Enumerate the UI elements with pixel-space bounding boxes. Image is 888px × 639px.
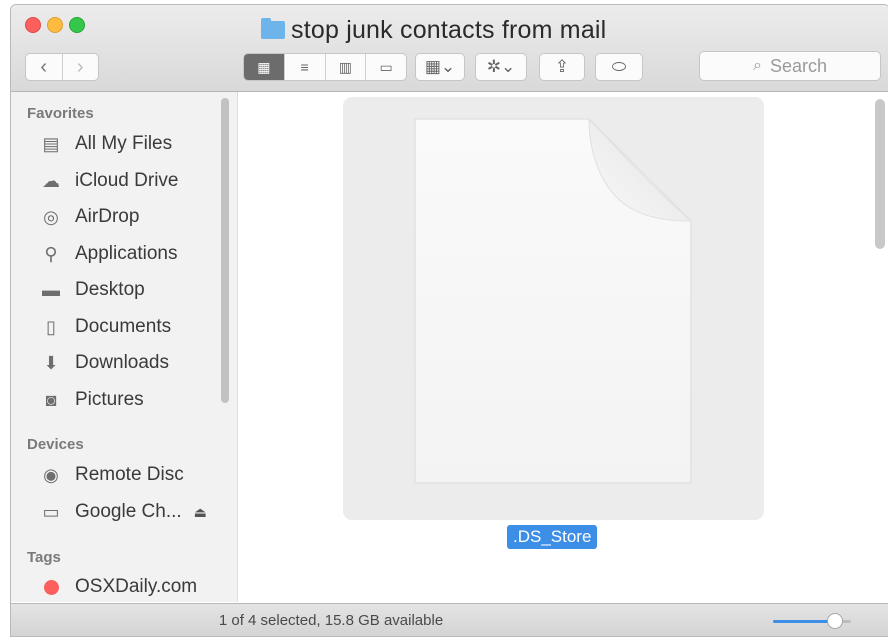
sidebar-item-downloads[interactable]: ⬇ Downloads — [39, 348, 169, 378]
red-tag-icon — [39, 576, 63, 598]
columns-icon: ▥ — [338, 58, 352, 75]
sidebar-item-pictures[interactable]: ◙ Pictures — [39, 385, 144, 415]
sidebar-item-remote-disc[interactable]: ◉ Remote Disc — [39, 460, 184, 490]
eject-icon[interactable]: ⏏ — [194, 504, 207, 521]
airdrop-icon: ◎ — [43, 206, 59, 227]
toolbar: stop junk contacts from mail ‹ › ▦ ≡ ▥ ▭… — [11, 5, 888, 92]
gear-icon: ✲⌄ — [486, 57, 516, 76]
sidebar-item-label: Google Ch... — [75, 501, 182, 522]
sidebar-item-label: OSXDaily.com — [75, 576, 198, 597]
tag-button[interactable]: ⬭ — [595, 53, 643, 81]
sidebar-heading-favorites: Favorites — [27, 105, 94, 122]
red-tag-dot — [43, 579, 59, 595]
sidebar-item-label: Downloads — [75, 352, 169, 373]
chevron-left-icon: ‹ — [40, 55, 48, 78]
slider-fill — [773, 620, 836, 623]
cloud-icon: ☁ — [42, 170, 60, 191]
arrange-button[interactable]: ▦⌄ — [415, 53, 465, 81]
icon-size-slider[interactable] — [773, 613, 851, 629]
documents-icon: ▯ — [46, 316, 56, 337]
sidebar-scrollbar[interactable] — [221, 98, 229, 403]
sidebar-item-label: Pictures — [75, 389, 144, 410]
sidebar-item-label: iCloud Drive — [75, 170, 179, 191]
chevron-right-icon: › — [76, 55, 84, 78]
sidebar-item-label: AirDrop — [75, 206, 140, 227]
disc-icon: ◉ — [43, 464, 59, 485]
action-button[interactable]: ✲⌄ — [475, 53, 527, 81]
sidebar-item-label: Documents — [75, 316, 172, 337]
search-placeholder: Search — [769, 55, 827, 76]
coverflow-view-button[interactable]: ▭ — [365, 54, 406, 80]
drive-icon: ▭ — [42, 501, 60, 522]
sidebar-item-all-my-files[interactable]: ▤ All My Files — [39, 129, 172, 159]
column-view-button[interactable]: ▥ — [324, 54, 366, 80]
finder-window: stop junk contacts from mail ‹ › ▦ ≡ ▥ ▭… — [10, 4, 888, 637]
sidebar-item-applications[interactable]: ⚲ Applications — [39, 239, 177, 269]
content-scrollbar[interactable] — [875, 99, 885, 249]
share-button[interactable]: ⇪ — [539, 53, 585, 81]
back-button[interactable]: ‹ — [26, 54, 62, 80]
all-my-files-icon: ▤ — [42, 133, 60, 154]
list-view-button[interactable]: ≡ — [283, 54, 325, 80]
sidebar-item-documents[interactable]: ▯ Documents — [39, 312, 171, 342]
back-forward-group: ‹ › — [25, 53, 99, 81]
folder-icon — [261, 18, 285, 39]
tag-icon: ⬭ — [611, 57, 627, 76]
generic-document-icon[interactable] — [413, 117, 693, 485]
window-title-text: stop junk contacts from mail — [291, 15, 607, 44]
sidebar-item-desktop[interactable]: ▬ Desktop — [39, 275, 145, 305]
sidebar-heading-devices: Devices — [27, 436, 84, 453]
desktop-icon: ▬ — [42, 279, 60, 300]
view-mode-group: ▦ ≡ ▥ ▭ — [243, 53, 407, 81]
slider-knob[interactable] — [827, 613, 844, 629]
arrange-icon: ▦⌄ — [424, 57, 456, 76]
sidebar-item-google-chrome[interactable]: ▭ Google Ch... ⏏ — [39, 497, 207, 527]
window-title: stop junk contacts from mail — [261, 16, 606, 44]
forward-button[interactable]: › — [61, 54, 99, 80]
search-icon: ⌕ — [752, 57, 762, 74]
sidebar-heading-tags: Tags — [27, 549, 61, 566]
coverflow-icon: ▭ — [379, 58, 393, 75]
grid-icon: ▦ — [257, 58, 271, 75]
status-text: 1 of 4 selected, 15.8 GB available — [218, 612, 444, 629]
sidebar-item-label: Remote Disc — [75, 464, 184, 485]
zoom-button[interactable] — [69, 17, 85, 33]
list-icon: ≡ — [300, 59, 309, 75]
status-bar: 1 of 4 selected, 15.8 GB available — [11, 603, 888, 636]
minimize-button[interactable] — [47, 17, 63, 33]
icon-view-button[interactable]: ▦ — [244, 54, 284, 80]
downloads-icon: ⬇ — [43, 352, 59, 373]
close-button[interactable] — [25, 17, 41, 33]
search-field[interactable]: ⌕ Search — [699, 51, 881, 81]
file-name-label[interactable]: .DS_Store — [507, 525, 598, 549]
applications-icon: ⚲ — [44, 243, 58, 264]
sidebar-item-icloud-drive[interactable]: ☁ iCloud Drive — [39, 166, 178, 196]
sidebar-item-label: Desktop — [75, 279, 145, 300]
share-icon: ⇪ — [554, 57, 570, 76]
sidebar-item-airdrop[interactable]: ◎ AirDrop — [39, 202, 139, 232]
sidebar-item-label: Applications — [75, 243, 178, 264]
sidebar-item-label: All My Files — [75, 133, 173, 154]
sidebar: Favorites ▤ All My Files ☁ iCloud Drive … — [11, 92, 238, 602]
camera-icon: ◙ — [45, 389, 57, 410]
sidebar-item-tag-osxdaily[interactable]: OSXDaily.com — [39, 572, 197, 602]
